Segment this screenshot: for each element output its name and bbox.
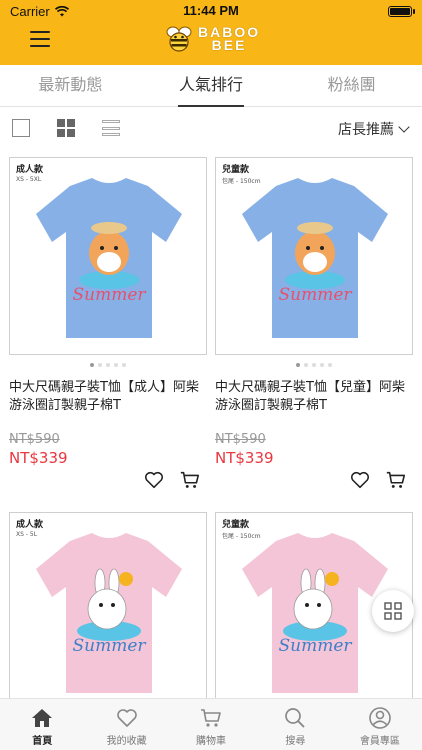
bottom-navigation: 首頁 我的收藏 購物車 搜尋 會員專區 <box>0 698 422 750</box>
brand-logo[interactable]: BABOO BEE <box>164 25 260 53</box>
tshirt-image: Summer <box>242 178 388 338</box>
list-view-icon[interactable] <box>102 119 120 137</box>
image-pager <box>9 355 207 375</box>
product-badge: 兒童款 包尾 - 150cm <box>222 520 261 540</box>
product-grid: 成人款 XS - 5XL Summer 中大尺碼親子裝T恤【成人】阿柴游泳圈訂製親… <box>0 150 422 698</box>
brand-name: BABOO BEE <box>198 24 261 53</box>
single-view-icon[interactable] <box>12 119 30 137</box>
search-icon <box>285 708 306 728</box>
product-title[interactable]: 中大尺碼親子裝T恤【兒童】阿柴游泳圈訂製親子棉T <box>215 379 415 415</box>
menu-button[interactable] <box>30 31 50 47</box>
heart-icon[interactable] <box>143 469 165 491</box>
product-image[interactable]: 成人款 XS - 5XL Summer <box>9 157 207 355</box>
tab-popular[interactable]: 人氣排行 <box>141 65 282 106</box>
cart-icon <box>201 709 221 727</box>
bee-logo-icon <box>166 26 192 52</box>
svg-text:Summer: Summer <box>72 636 146 656</box>
clock: 11:44 PM <box>183 3 239 18</box>
nav-cart[interactable]: 購物車 <box>169 699 253 750</box>
battery-icon <box>388 5 415 17</box>
view-toolbar: 店長推薦 <box>0 107 422 149</box>
product-card[interactable]: 兒童款 包尾 - 150cm Summer 中大尺碼親子裝T恤【兒童】阿柴游泳圈訂… <box>215 157 421 489</box>
floating-grid-button[interactable] <box>372 590 414 632</box>
sort-dropdown[interactable]: 店長推薦 <box>338 119 410 139</box>
carrier-label: Carrier <box>10 3 50 19</box>
tab-fan-club[interactable]: 粉絲團 <box>281 65 422 106</box>
product-card[interactable]: 成人款 XS - 5XL Summer 中大尺碼親子裝T恤【成人】阿柴游泳圈訂製親… <box>9 157 215 489</box>
svg-text:Summer: Summer <box>278 285 352 305</box>
image-pager <box>215 355 413 375</box>
nav-home[interactable]: 首頁 <box>0 699 84 750</box>
user-icon <box>369 707 391 729</box>
sale-price: NT$339 <box>9 449 68 467</box>
original-price: NT$590 <box>215 432 266 447</box>
top-bar: Carrier 11:44 PM BABOO BEE <box>0 0 422 65</box>
nav-search[interactable]: 搜尋 <box>253 699 337 750</box>
tshirt-image: Summer <box>36 178 182 338</box>
cart-icon[interactable] <box>179 469 201 491</box>
svg-text:Summer: Summer <box>72 285 146 305</box>
product-badge: 成人款 XS - 5XL <box>16 165 44 183</box>
product-image[interactable]: 兒童款 包尾 - 150cm Summer <box>215 157 413 355</box>
tab-latest[interactable]: 最新動態 <box>0 65 141 106</box>
product-title[interactable]: 中大尺碼親子裝T恤【成人】阿柴游泳圈訂製親子棉T <box>9 379 209 415</box>
nav-favorites[interactable]: 我的收藏 <box>84 699 168 750</box>
product-card[interactable]: 成人款 XS - 5L Summer <box>9 512 215 698</box>
grid-icon <box>384 602 402 620</box>
app-header: BABOO BEE <box>0 22 422 65</box>
svg-text:Summer: Summer <box>278 636 352 656</box>
heart-icon[interactable] <box>349 469 371 491</box>
category-tabs: 最新動態 人氣排行 粉絲團 <box>0 65 422 107</box>
product-badge: 成人款 XS - 5L <box>16 520 44 538</box>
home-icon <box>32 709 53 727</box>
sale-price: NT$339 <box>215 449 274 467</box>
original-price: NT$590 <box>9 432 60 447</box>
sort-label: 店長推薦 <box>338 122 394 138</box>
status-bar: Carrier 11:44 PM <box>0 0 422 22</box>
chevron-down-icon <box>398 120 410 133</box>
nav-member[interactable]: 會員專區 <box>338 699 422 750</box>
tshirt-image: Summer <box>36 533 182 693</box>
cart-icon[interactable] <box>385 469 407 491</box>
heart-icon <box>116 709 137 727</box>
grid-view-icon[interactable] <box>57 119 75 137</box>
wifi-icon <box>54 5 69 16</box>
product-badge: 兒童款 包尾 - 150cm <box>222 165 261 185</box>
product-image[interactable]: 成人款 XS - 5L Summer <box>9 512 207 698</box>
